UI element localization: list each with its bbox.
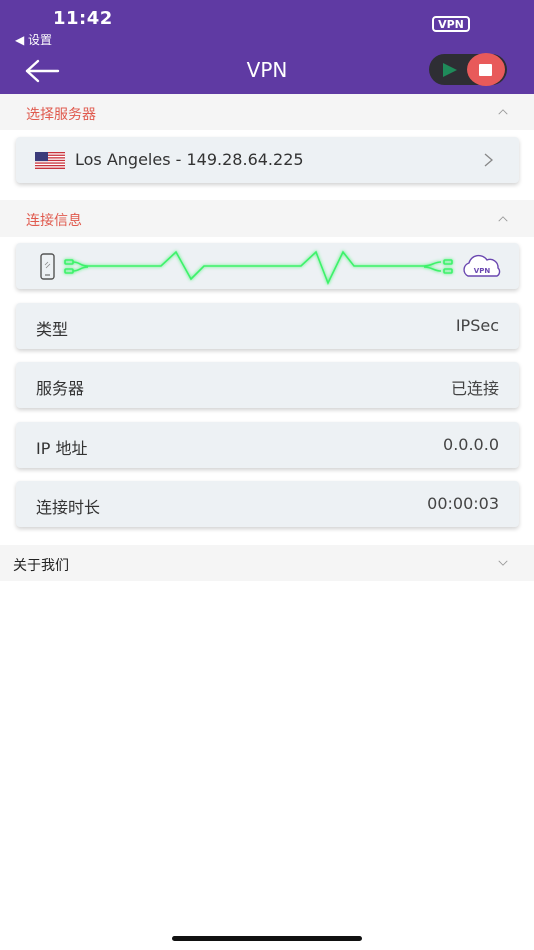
cloud-vpn-label: VPN [474, 267, 491, 275]
back-to-settings-link[interactable]: ◀ 设置 [15, 31, 52, 48]
play-icon [443, 63, 457, 77]
info-label: 连接时长 [36, 498, 101, 517]
section-title-server: 选择服务器 [26, 107, 96, 123]
info-value: 0.0.0.0 [443, 435, 499, 454]
info-row-type: 类型 IPSec [16, 303, 519, 349]
top-header: 11:42 ◀ 设置 VPN VPN [0, 0, 534, 94]
chevron-down-icon [498, 560, 508, 566]
chevron-right-icon [484, 153, 493, 167]
pulse-line [64, 250, 453, 286]
stop-icon [479, 64, 492, 76]
chevron-up-icon [498, 216, 508, 222]
info-value: 00:00:03 [427, 494, 499, 513]
info-row-server: 服务器 已连接 [16, 362, 519, 408]
info-value: IPSec [455, 316, 499, 335]
section-title-connection: 连接信息 [26, 213, 82, 229]
vpn-status-badge: VPN [432, 16, 470, 32]
about-section-header[interactable]: 关于我们 [0, 545, 534, 581]
chevron-up-icon [498, 109, 508, 115]
server-select-card[interactable]: Los Angeles - 149.28.64.225 [16, 137, 519, 183]
info-label: 服务器 [36, 379, 85, 398]
info-value: 已连接 [450, 379, 499, 398]
vpn-connect-toggle[interactable] [429, 53, 507, 86]
server-name: Los Angeles - 149.28.64.225 [75, 150, 304, 169]
connection-visual-card: VPN [16, 243, 519, 289]
info-row-duration: 连接时长 00:00:03 [16, 481, 519, 527]
us-flag-icon [35, 152, 65, 169]
vpn-cloud-icon: VPN [463, 254, 501, 277]
stop-button[interactable] [467, 53, 505, 86]
connection-pulse-graphic: VPN [40, 250, 501, 286]
info-label: IP 地址 [36, 439, 88, 458]
server-section-header[interactable]: 选择服务器 [0, 94, 534, 130]
home-indicator[interactable] [172, 936, 362, 941]
info-row-ip: IP 地址 0.0.0.0 [16, 422, 519, 468]
section-title-about: 关于我们 [13, 558, 69, 574]
info-label: 类型 [36, 320, 69, 339]
status-time: 11:42 [53, 8, 113, 29]
phone-icon [40, 253, 55, 280]
connection-section-header[interactable]: 连接信息 [0, 200, 534, 237]
